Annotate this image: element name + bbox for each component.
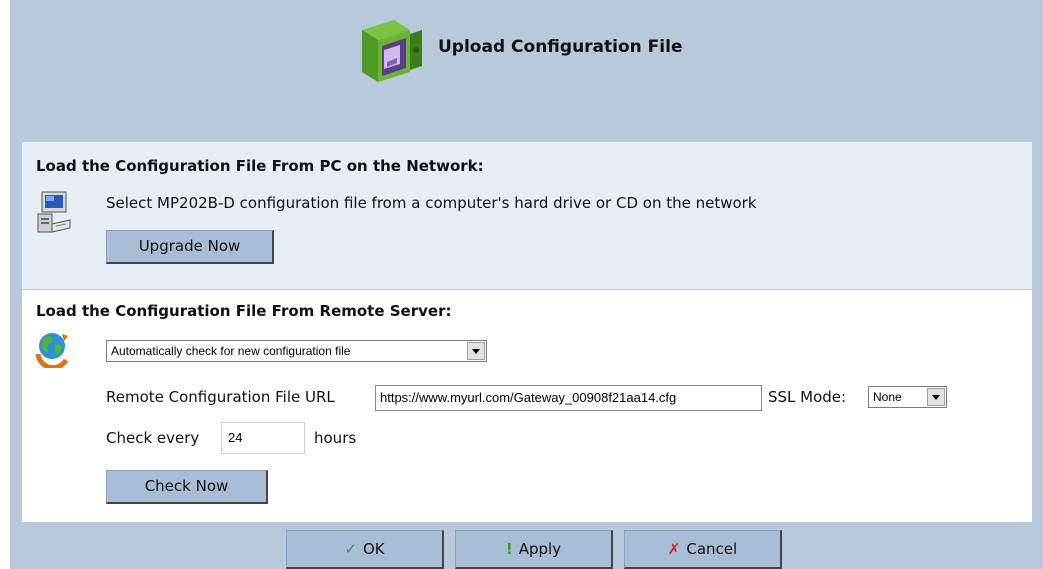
exclamation-icon: ! xyxy=(505,540,513,558)
ok-button[interactable]: ✓ OK xyxy=(286,530,444,569)
page-header: Upload Configuration File xyxy=(10,0,1043,128)
check-every-label: Check every xyxy=(106,429,200,447)
pc-description: Select MP202B-D configuration file from … xyxy=(106,194,757,212)
check-now-button[interactable]: Check Now xyxy=(106,470,268,504)
check-mode-value: Automatically check for new configuratio… xyxy=(111,344,351,358)
apply-label: Apply xyxy=(518,540,562,558)
remote-section: Load the Configuration File From Remote … xyxy=(22,290,1032,522)
hours-label: hours xyxy=(314,429,357,447)
remote-url-input[interactable]: https://www.myurl.com/Gateway_00908f21aa… xyxy=(375,385,762,411)
page-title: Upload Configuration File xyxy=(438,37,683,57)
remote-section-title: Load the Configuration File From Remote … xyxy=(36,302,452,320)
pc-section-title: Load the Configuration File From PC on t… xyxy=(36,157,484,175)
globe-icon xyxy=(35,333,69,368)
upgrade-now-button[interactable]: Upgrade Now xyxy=(106,230,274,264)
apply-button[interactable]: ! Apply xyxy=(455,530,613,569)
check-mode-select[interactable]: Automatically check for new configuratio… xyxy=(106,340,487,362)
ssl-mode-label: SSL Mode: xyxy=(768,388,847,406)
checkmark-icon: ✓ xyxy=(344,540,357,558)
close-icon: ✗ xyxy=(667,540,681,558)
chevron-down-icon[interactable] xyxy=(467,342,485,360)
pc-section: Load the Configuration File From PC on t… xyxy=(22,142,1032,290)
cancel-label: Cancel xyxy=(686,540,738,558)
cancel-button[interactable]: ✗ Cancel xyxy=(624,530,782,569)
check-interval-input[interactable]: 24 xyxy=(221,422,305,454)
ssl-mode-value: None xyxy=(873,390,902,404)
computer-icon xyxy=(37,191,71,233)
ok-label: OK xyxy=(362,540,385,558)
url-label: Remote Configuration File URL xyxy=(106,388,335,406)
ssl-mode-select[interactable]: None xyxy=(868,386,947,408)
safe-icon xyxy=(362,20,422,82)
chevron-down-icon[interactable] xyxy=(927,388,945,406)
page-frame: Upload Configuration File Load the Confi… xyxy=(10,0,1043,569)
